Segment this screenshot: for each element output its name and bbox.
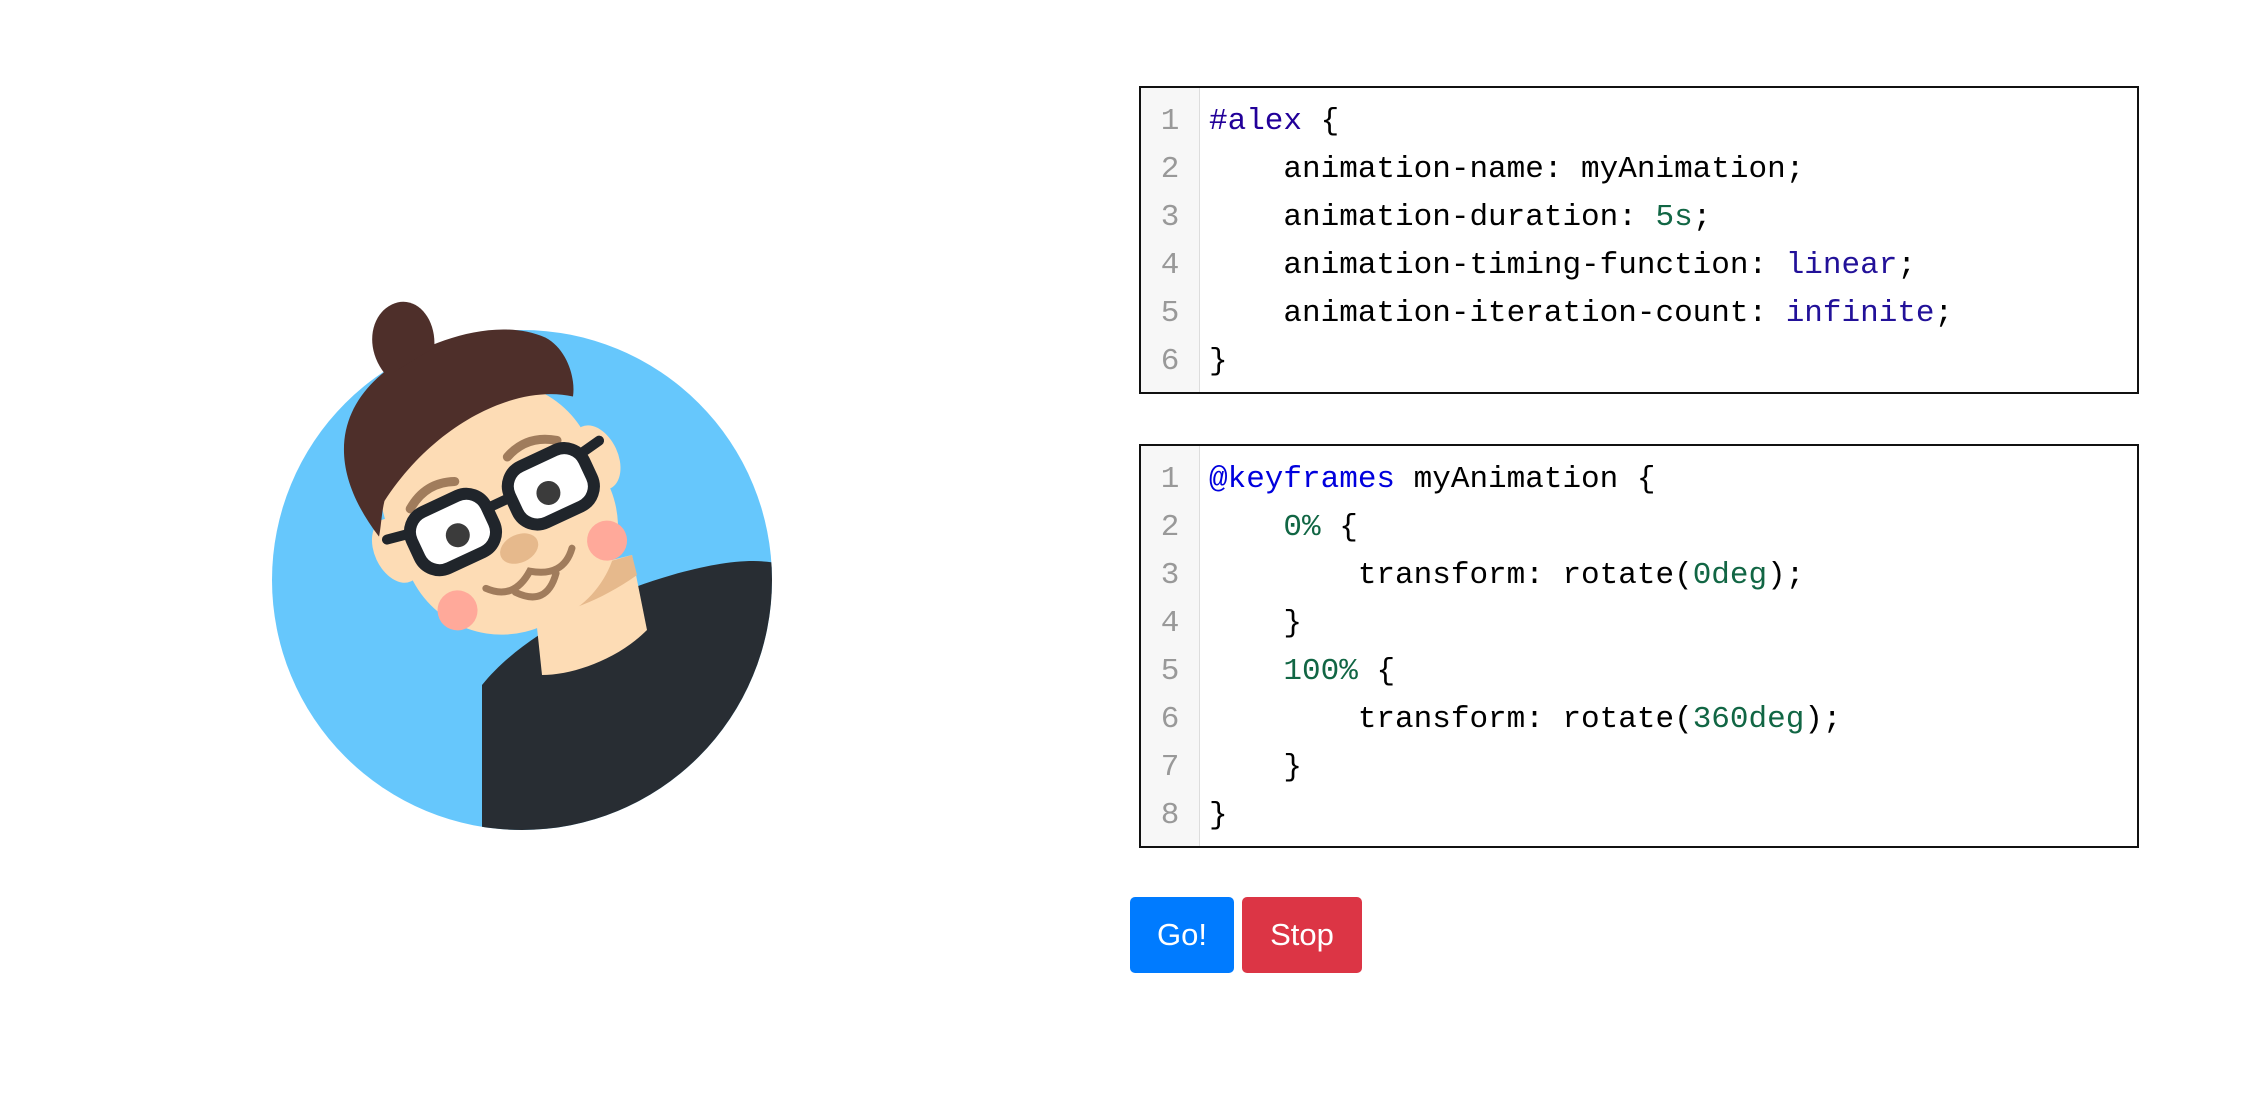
code-token: transform: rotate( <box>1209 558 1693 593</box>
code-text: } <box>1199 792 1228 840</box>
code-token: 100% <box>1283 654 1358 689</box>
go-button[interactable]: Go! <box>1130 897 1234 973</box>
code-token: } <box>1209 798 1228 833</box>
code-text: 100% { <box>1199 648 1395 696</box>
alex-avatar-icon <box>272 301 772 830</box>
code-text: animation-timing-function: linear; <box>1199 242 1916 290</box>
code-line: 2 0% { <box>1141 504 2137 552</box>
code-line: 4 animation-timing-function: linear; <box>1141 242 2137 290</box>
code-token: 5s <box>1655 200 1693 235</box>
line-number: 5 <box>1160 296 1180 331</box>
code-text: transform: rotate(360deg); <box>1199 696 1842 744</box>
code-token: 0% <box>1283 510 1321 545</box>
line-number: 2 <box>1160 152 1180 187</box>
code-token: animation-timing-function: <box>1209 248 1786 283</box>
code-line: 3 transform: rotate(0deg); <box>1141 552 2137 600</box>
code-line: 4 } <box>1141 600 2137 648</box>
line-number: 4 <box>1160 248 1180 283</box>
line-number: 3 <box>1160 558 1180 593</box>
code-text: } <box>1199 744 1302 792</box>
code-token: animation-duration: <box>1209 200 1656 235</box>
code-token: 360deg <box>1692 702 1805 737</box>
code-text: animation-duration: 5s; <box>1199 194 1711 242</box>
code-token: transform: rotate( <box>1209 702 1693 737</box>
code-token: { <box>1357 654 1396 689</box>
line-number: 8 <box>1160 798 1180 833</box>
code-line: 2 animation-name: myAnimation; <box>1141 146 2137 194</box>
code-line: 8} <box>1141 792 2137 840</box>
code-token: ); <box>1804 702 1842 737</box>
code-token: ); <box>1767 558 1805 593</box>
code-line: 1 #alex { <box>1141 98 2137 146</box>
keyframes-code-editor[interactable]: 1 @keyframes myAnimation {2 0% {3 transfo… <box>1139 444 2139 848</box>
code-text: transform: rotate(0deg); <box>1199 552 1805 600</box>
line-number: 6 <box>1160 702 1180 737</box>
code-line: 3 animation-duration: 5s; <box>1141 194 2137 242</box>
code-token: myAnimation { <box>1395 462 1656 497</box>
code-token: ; <box>1934 296 1954 331</box>
code-token: animation-iteration-count: <box>1209 296 1786 331</box>
code-text: @keyframes myAnimation { <box>1199 456 1655 504</box>
line-number: 3 <box>1160 200 1180 235</box>
code-text: animation-iteration-count: infinite; <box>1199 290 1953 338</box>
code-lines: 1 @keyframes myAnimation {2 0% {3 transfo… <box>1141 446 2137 840</box>
code-token: } <box>1209 606 1303 641</box>
code-text: } <box>1199 338 1228 386</box>
code-line: 5 100% { <box>1141 648 2137 696</box>
code-text: } <box>1199 600 1302 648</box>
code-line: 6} <box>1141 338 2137 386</box>
line-number: 2 <box>1160 510 1180 545</box>
code-line: 6 transform: rotate(360deg); <box>1141 696 2137 744</box>
line-number: 5 <box>1160 654 1180 689</box>
code-token: } <box>1209 344 1228 379</box>
line-number: 1 <box>1160 104 1180 139</box>
code-token: animation-name: myAnimation; <box>1209 152 1805 187</box>
code-text: animation-name: myAnimation; <box>1199 146 1804 194</box>
code-token: { <box>1302 104 1340 139</box>
code-token: #alex <box>1209 104 1303 139</box>
code-token: @keyframes <box>1209 462 1396 497</box>
code-token: ; <box>1897 248 1916 283</box>
code-line: 7 } <box>1141 744 2137 792</box>
code-token: infinite <box>1785 296 1935 331</box>
line-number: 4 <box>1160 606 1180 641</box>
code-line: 1 @keyframes myAnimation { <box>1141 456 2137 504</box>
line-number: 7 <box>1160 750 1180 785</box>
code-line: 5 animation-iteration-count: infinite; <box>1141 290 2137 338</box>
css-code-editor[interactable]: 1 #alex {2 animation-name: myAnimation; 3 … <box>1139 86 2139 394</box>
code-text: 0% { <box>1199 504 1358 552</box>
stop-button[interactable]: Stop <box>1242 897 1362 973</box>
line-number: 6 <box>1160 344 1180 379</box>
code-token: ; <box>1692 200 1712 235</box>
code-lines: 1 #alex {2 animation-name: myAnimation; 3 … <box>1141 88 2137 386</box>
code-token: { <box>1320 510 1358 545</box>
code-text: #alex { <box>1199 98 1339 146</box>
code-token: } <box>1209 750 1303 785</box>
line-number: 1 <box>1160 462 1180 497</box>
code-token: 0deg <box>1692 558 1768 593</box>
code-token: linear <box>1785 248 1898 283</box>
